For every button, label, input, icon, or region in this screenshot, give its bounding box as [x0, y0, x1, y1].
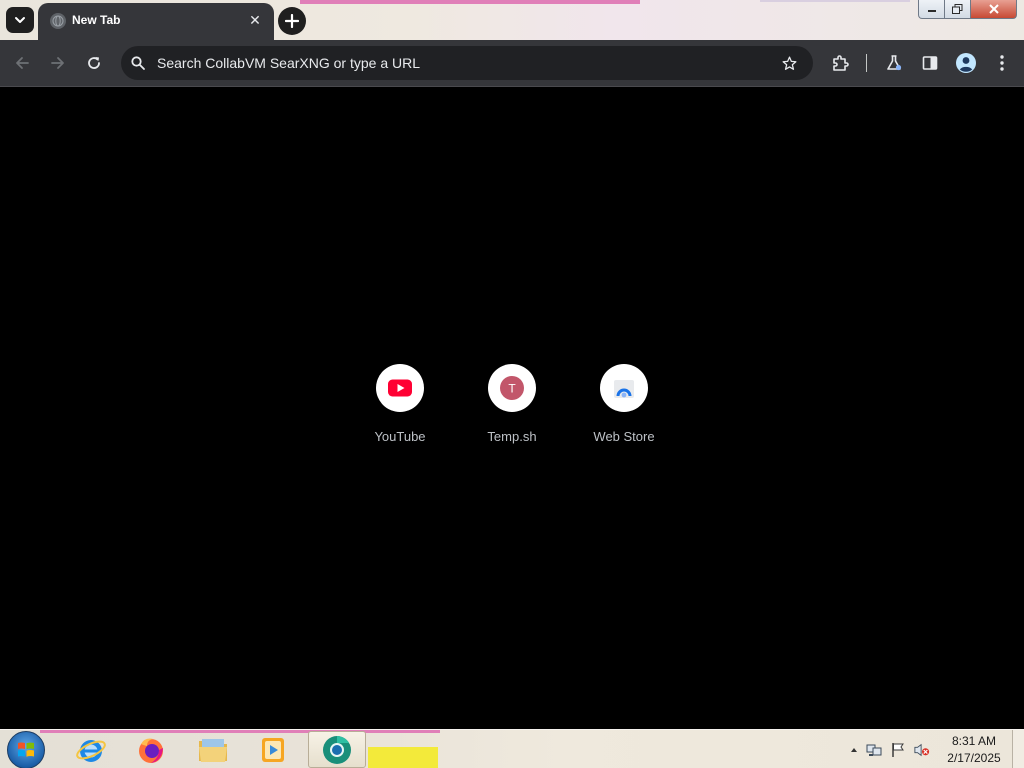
firefox-icon: [139, 738, 163, 763]
shortcut-icon-circle: [376, 364, 424, 412]
action-center-button[interactable]: [890, 742, 906, 758]
tab-strip: New Tab ✕: [0, 0, 1024, 40]
system-tray: 8:31 AM 2/17/2025: [844, 730, 1024, 768]
taskbar-firefox[interactable]: [122, 731, 180, 768]
shortcut-tile-temp-sh[interactable]: T Temp.sh: [456, 363, 568, 453]
folder-icon: [199, 738, 227, 762]
tab-close-button[interactable]: ✕: [246, 12, 264, 30]
chrome-icon: [323, 735, 351, 764]
taskbar-file-explorer[interactable]: [184, 731, 242, 768]
flag-icon: [892, 743, 904, 757]
volume-muted-icon: [914, 743, 930, 757]
search-icon: [131, 56, 145, 70]
kebab-menu-icon: [1000, 55, 1004, 71]
back-button[interactable]: [10, 51, 34, 75]
svg-text:T: T: [508, 382, 516, 396]
star-icon: [781, 55, 797, 70]
arrow-left-icon: [16, 57, 29, 69]
internet-explorer-icon: [76, 739, 106, 762]
shortcut-icon-circle: T: [488, 364, 536, 412]
puzzle-piece-icon: [833, 55, 849, 71]
volume-tray-button[interactable]: [914, 742, 930, 758]
side-panel-button[interactable]: [918, 51, 942, 75]
taskbar-chrome[interactable]: [308, 731, 366, 768]
shortcut-tile-youtube[interactable]: YouTube: [344, 363, 456, 453]
shortcut-tile-web-store[interactable]: Web Store: [568, 363, 680, 453]
omnibox[interactable]: [121, 46, 813, 80]
youtube-icon: [388, 379, 412, 397]
forward-button[interactable]: [46, 51, 70, 75]
profile-avatar-icon: [956, 53, 976, 73]
reload-button[interactable]: [82, 51, 106, 75]
show-desktop-button[interactable]: [1012, 730, 1024, 768]
network-tray-button[interactable]: [866, 742, 882, 758]
clock-time[interactable]: 8:31 AM: [944, 734, 1004, 748]
shortcut-label: Temp.sh: [487, 429, 537, 444]
taskbar-internet-explorer[interactable]: [62, 731, 120, 768]
side-panel-icon: [922, 56, 938, 70]
close-icon: [988, 4, 999, 14]
start-button[interactable]: [7, 731, 45, 768]
windows-logo-icon: [18, 742, 34, 757]
restore-button[interactable]: [945, 0, 971, 19]
close-window-button[interactable]: [971, 0, 1017, 19]
reload-icon: [88, 57, 100, 69]
media-player-icon: [262, 737, 284, 762]
plus-icon: [285, 14, 299, 28]
shortcut-label: YouTube: [374, 429, 426, 444]
restore-icon: [952, 4, 963, 14]
minimize-icon: [927, 10, 936, 12]
minimize-button[interactable]: [918, 0, 945, 19]
network-icon: [866, 744, 882, 756]
web-store-icon: [614, 380, 634, 398]
tab-new-tab[interactable]: New Tab ✕: [38, 3, 274, 40]
toolbar-separator: [866, 54, 867, 72]
taskbar: 8:31 AM 2/17/2025: [0, 729, 1024, 768]
browser-toolbar: [0, 40, 1024, 86]
show-hidden-icons-button[interactable]: [846, 742, 862, 758]
new-tab-button[interactable]: [278, 7, 306, 35]
tab-title: New Tab: [72, 13, 121, 27]
address-input[interactable]: [157, 46, 757, 80]
shortcuts-grid: YouTube T Temp.sh Web Store: [344, 363, 680, 453]
shortcut-icon-circle: [600, 364, 648, 412]
bookmark-star-button[interactable]: [779, 53, 799, 73]
menu-button[interactable]: [990, 51, 1014, 75]
arrow-right-icon: [51, 57, 64, 69]
taskbar-media-player[interactable]: [244, 731, 302, 768]
labs-button[interactable]: [882, 51, 906, 75]
close-icon: ✕: [249, 13, 261, 29]
tab-search-button[interactable]: [6, 7, 34, 33]
chevron-down-icon: [15, 17, 25, 23]
extensions-button[interactable]: [828, 51, 852, 75]
flask-icon: [887, 55, 902, 71]
chevron-up-icon: [851, 748, 857, 752]
letter-avatar-icon: T: [500, 376, 524, 400]
profile-button[interactable]: [954, 51, 978, 75]
new-tab-page: YouTube T Temp.sh Web Store: [0, 87, 1024, 729]
clock-date[interactable]: 2/17/2025: [944, 751, 1004, 765]
window-controls: [918, 0, 1017, 19]
shortcut-label: Web Store: [593, 429, 655, 444]
globe-icon: [50, 13, 66, 29]
